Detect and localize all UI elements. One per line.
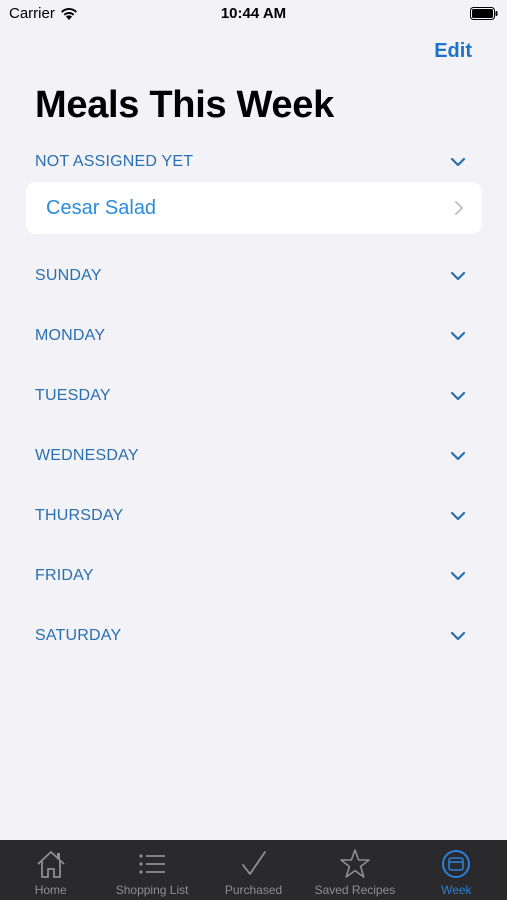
page-title: Meals This Week (35, 84, 334, 126)
section-header-saturday[interactable]: SATURDAY (35, 622, 467, 650)
tab-shopping-list[interactable]: Shopping List (101, 840, 202, 900)
tab-label: Home (34, 883, 67, 897)
tab-label: Shopping List (115, 883, 189, 897)
section-label: TUESDAY (35, 387, 111, 404)
meal-row[interactable]: Cesar Salad (26, 182, 482, 234)
section-label: FRIDAY (35, 567, 94, 584)
chevron-down-icon (450, 511, 466, 521)
house-icon (37, 851, 65, 878)
list-icon (139, 854, 166, 874)
tab-saved-recipes[interactable]: Saved Recipes (304, 840, 405, 900)
chevron-down-icon (450, 271, 466, 281)
section-header-monday[interactable]: MONDAY (35, 322, 467, 350)
section-label: SATURDAY (35, 627, 122, 644)
status-bar: Carrier 10:44 AM (0, 0, 507, 30)
section-label: MONDAY (35, 327, 106, 344)
chevron-down-icon (450, 331, 466, 341)
chevron-down-icon (450, 391, 466, 401)
section-label: WEDNESDAY (35, 447, 139, 464)
section-header-wednesday[interactable]: WEDNESDAY (35, 442, 467, 470)
tab-label: Purchased (224, 883, 283, 897)
battery-icon (470, 7, 498, 20)
section-header-not-assigned[interactable]: NOT ASSIGNED YET (35, 148, 467, 176)
checkmark-icon (241, 851, 266, 875)
meal-name: Cesar Salad (46, 196, 157, 219)
section-label: NOT ASSIGNED YET (35, 153, 194, 170)
tab-bar: Home Shopping List Purchased Saved Recip… (0, 840, 507, 900)
calendar-icon (442, 850, 471, 878)
tab-week[interactable]: Week (406, 840, 507, 900)
edit-button[interactable]: Edit (434, 40, 472, 63)
section-label: THURSDAY (35, 507, 124, 524)
chevron-down-icon (450, 157, 466, 167)
star-icon (340, 849, 370, 878)
chevron-down-icon (450, 451, 466, 461)
chevron-down-icon (450, 571, 466, 581)
chevron-right-icon (455, 201, 463, 215)
section-header-thursday[interactable]: THURSDAY (35, 502, 467, 530)
section-header-tuesday[interactable]: TUESDAY (35, 382, 467, 410)
tab-purchased[interactable]: Purchased (203, 840, 304, 900)
tab-label: Week (441, 883, 472, 897)
tab-home[interactable]: Home (0, 840, 101, 900)
section-label: SUNDAY (35, 267, 102, 284)
section-header-friday[interactable]: FRIDAY (35, 562, 467, 590)
status-time: 10:44 AM (220, 5, 287, 22)
section-header-sunday[interactable]: SUNDAY (35, 262, 467, 290)
chevron-down-icon (450, 631, 466, 641)
tab-label: Saved Recipes (314, 883, 396, 897)
